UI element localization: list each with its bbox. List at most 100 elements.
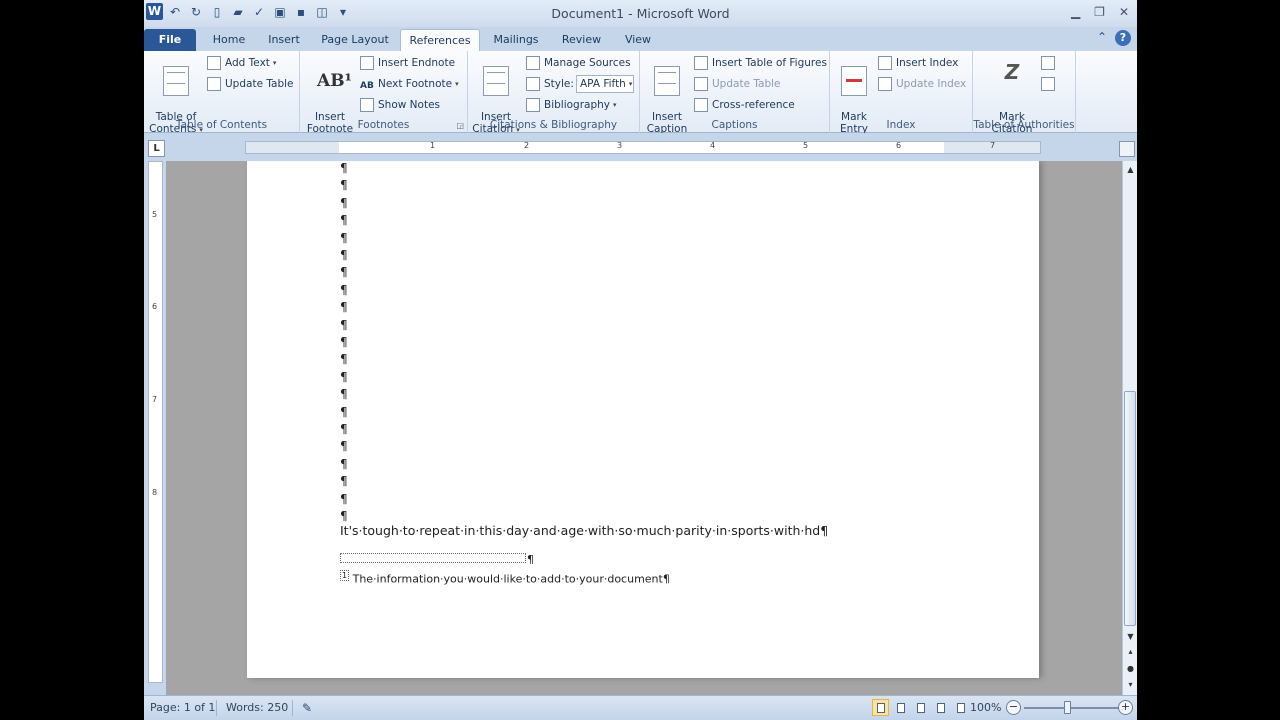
ruler-number: 3 bbox=[617, 141, 623, 150]
zoom-slider-thumb[interactable] bbox=[1064, 701, 1071, 714]
group-label-footnotes: Footnotes bbox=[357, 119, 410, 131]
vertical-scrollbar[interactable]: ▲ ▼ ▴ ● ▾ bbox=[1122, 161, 1137, 695]
update-table-figures-icon bbox=[694, 77, 708, 91]
paragraph-mark[interactable]: ¶ bbox=[340, 335, 348, 349]
previous-page-icon[interactable]: ▴ bbox=[1125, 646, 1136, 657]
help-icon[interactable]: ? bbox=[1115, 30, 1131, 46]
paragraph-mark[interactable]: ¶ bbox=[340, 318, 348, 332]
next-page-icon[interactable]: ▾ bbox=[1125, 679, 1136, 690]
paragraph-mark[interactable]: ¶ bbox=[340, 300, 348, 314]
paragraph-mark[interactable]: ¶ bbox=[340, 387, 348, 401]
paragraph-mark[interactable]: ¶ bbox=[340, 283, 348, 297]
footnotes-dialog-launcher-icon[interactable]: ◲ bbox=[456, 121, 464, 130]
insert-index-icon bbox=[878, 56, 892, 70]
update-table-button[interactable]: Update Table bbox=[207, 75, 294, 93]
tab-home[interactable]: Home bbox=[204, 29, 254, 51]
update-index-button[interactable]: Update Index bbox=[878, 75, 966, 93]
zoom-slider[interactable] bbox=[1024, 707, 1122, 709]
browse-object-icon[interactable]: ● bbox=[1125, 663, 1136, 674]
scroll-up-icon[interactable]: ▲ bbox=[1125, 164, 1136, 175]
tab-references[interactable]: References bbox=[400, 29, 480, 52]
collapse-ribbon-icon[interactable]: ⌃ bbox=[1097, 30, 1107, 46]
bibliography-icon bbox=[526, 98, 540, 112]
tab-review[interactable]: Review bbox=[554, 29, 609, 51]
tab-view[interactable]: View bbox=[614, 29, 662, 51]
group-label-citations: Citations & Bibliography bbox=[489, 119, 618, 131]
update-table-of-authorities-button[interactable] bbox=[1041, 75, 1059, 93]
insert-caption-icon bbox=[654, 66, 680, 96]
group-label-captions: Captions bbox=[711, 119, 758, 131]
scroll-down-icon[interactable]: ▼ bbox=[1125, 631, 1136, 642]
tab-file[interactable]: File bbox=[144, 29, 196, 51]
update-table-figures-button[interactable]: Update Table bbox=[694, 75, 781, 93]
paragraph-mark[interactable]: ¶ bbox=[340, 457, 348, 471]
group-captions: Insert Caption Insert Table of Figures U… bbox=[640, 51, 830, 135]
zoom-level[interactable]: 100% bbox=[970, 701, 1001, 714]
style-select[interactable]: APA Fifth ▾ bbox=[576, 75, 634, 93]
paragraph-mark[interactable]: ¶ bbox=[340, 405, 348, 419]
scrollbar-thumb[interactable] bbox=[1124, 391, 1136, 626]
insert-index-button[interactable]: Insert Index bbox=[878, 54, 958, 72]
ruler-number: 4 bbox=[710, 141, 716, 150]
document-page[interactable]: ¶ ¶ ¶ ¶ ¶ ¶ ¶ ¶ ¶ ¶ ¶ ¶ ¶ ¶ ¶ ¶ ¶ ¶ ¶ ¶ ¶ It's·tough·to·repe… bbox=[247, 161, 1039, 678]
cross-reference-icon bbox=[694, 98, 708, 112]
ribbon-references: Table of Contents ▾ Add Text ▾ Update Tabl… bbox=[144, 51, 1137, 135]
page-count-status[interactable]: Page: 1 of 1 bbox=[150, 701, 215, 714]
zoom-in-icon[interactable]: + bbox=[1118, 700, 1133, 715]
paragraph-mark[interactable]: ¶ bbox=[340, 231, 348, 245]
close-icon[interactable]: ✕ bbox=[1119, 5, 1129, 19]
view-ruler-icon[interactable] bbox=[1119, 141, 1135, 157]
paragraph-mark[interactable]: ¶ bbox=[340, 213, 348, 227]
paragraph-mark[interactable]: ¶ bbox=[340, 352, 348, 366]
insert-endnote-button[interactable]: Insert Endnote bbox=[360, 54, 455, 72]
draft-view-button[interactable] bbox=[952, 699, 969, 716]
paragraph-mark[interactable]: ¶ bbox=[340, 265, 348, 279]
vruler-number: 5 bbox=[152, 210, 158, 219]
next-footnote-button[interactable]: AB Next Footnote ▾ bbox=[360, 75, 459, 93]
word-count-status[interactable]: Words: 250 bbox=[226, 701, 288, 714]
vertical-ruler[interactable]: 5 6 7 8 bbox=[148, 161, 163, 683]
paragraph-mark[interactable]: ¶ bbox=[340, 178, 348, 192]
insert-table-of-authorities-button[interactable] bbox=[1041, 54, 1059, 72]
restore-icon[interactable]: ❐ bbox=[1094, 5, 1105, 19]
paragraph-mark[interactable]: ¶ bbox=[340, 474, 348, 488]
footnote-text[interactable]: 1 The·information·you·would·like·to·add·… bbox=[340, 570, 670, 586]
group-label-authorities: Table of Authorities bbox=[973, 119, 1075, 131]
minimize-icon[interactable]: ▁ bbox=[1071, 5, 1080, 19]
manage-sources-icon bbox=[526, 56, 540, 70]
tab-selector[interactable]: L bbox=[148, 140, 165, 157]
manage-sources-button[interactable]: Manage Sources bbox=[526, 54, 631, 72]
tab-mailings[interactable]: Mailings bbox=[486, 29, 546, 51]
ruler-row: L 1 2 3 4 5 6 7 bbox=[144, 133, 1137, 161]
paragraph-mark[interactable]: ¶ bbox=[340, 422, 348, 436]
paragraph-mark[interactable]: ¶ bbox=[340, 509, 348, 523]
paragraph-mark[interactable]: ¶ bbox=[340, 196, 348, 210]
full-screen-reading-view-button[interactable] bbox=[892, 699, 909, 716]
paragraph-mark[interactable]: ¶ bbox=[340, 248, 348, 262]
style-icon bbox=[526, 77, 540, 91]
print-layout-view-button[interactable] bbox=[872, 699, 889, 716]
ruler-number: 5 bbox=[803, 141, 809, 150]
show-notes-button[interactable]: Show Notes bbox=[360, 96, 440, 114]
table-of-contents-icon bbox=[163, 66, 189, 96]
paragraph-mark[interactable]: ¶ bbox=[340, 370, 348, 384]
tab-insert[interactable]: Insert bbox=[259, 29, 309, 51]
cross-reference-button[interactable]: Cross-reference bbox=[694, 96, 795, 114]
insert-table-of-figures-button[interactable]: Insert Table of Figures bbox=[694, 54, 827, 72]
group-footnotes: AB¹ Insert Footnote Insert Endnote AB Nex… bbox=[300, 51, 468, 135]
paragraph-mark[interactable]: ¶ bbox=[340, 492, 348, 506]
web-layout-view-button[interactable] bbox=[912, 699, 929, 716]
paragraph-mark[interactable]: ¶ bbox=[340, 439, 348, 453]
horizontal-ruler[interactable]: 1 2 3 4 5 6 7 bbox=[245, 141, 1041, 154]
paragraph-mark[interactable]: ¶ bbox=[340, 161, 348, 175]
body-text[interactable]: It's·tough·to·repeat·in·this·day·and·age… bbox=[340, 523, 828, 538]
zoom-out-icon[interactable]: − bbox=[1006, 700, 1021, 715]
outline-view-button[interactable] bbox=[932, 699, 949, 716]
tab-page-layout[interactable]: Page Layout bbox=[319, 29, 391, 51]
add-text-button[interactable]: Add Text ▾ bbox=[207, 54, 276, 72]
group-citations-bibliography: Insert Citation ▾ Manage Sources Style: A… bbox=[468, 51, 640, 135]
proofing-icon[interactable]: ✎ bbox=[302, 701, 312, 715]
bibliography-button[interactable]: Bibliography ▾ bbox=[526, 96, 617, 114]
add-text-icon bbox=[207, 56, 221, 70]
update-index-icon bbox=[878, 77, 892, 91]
